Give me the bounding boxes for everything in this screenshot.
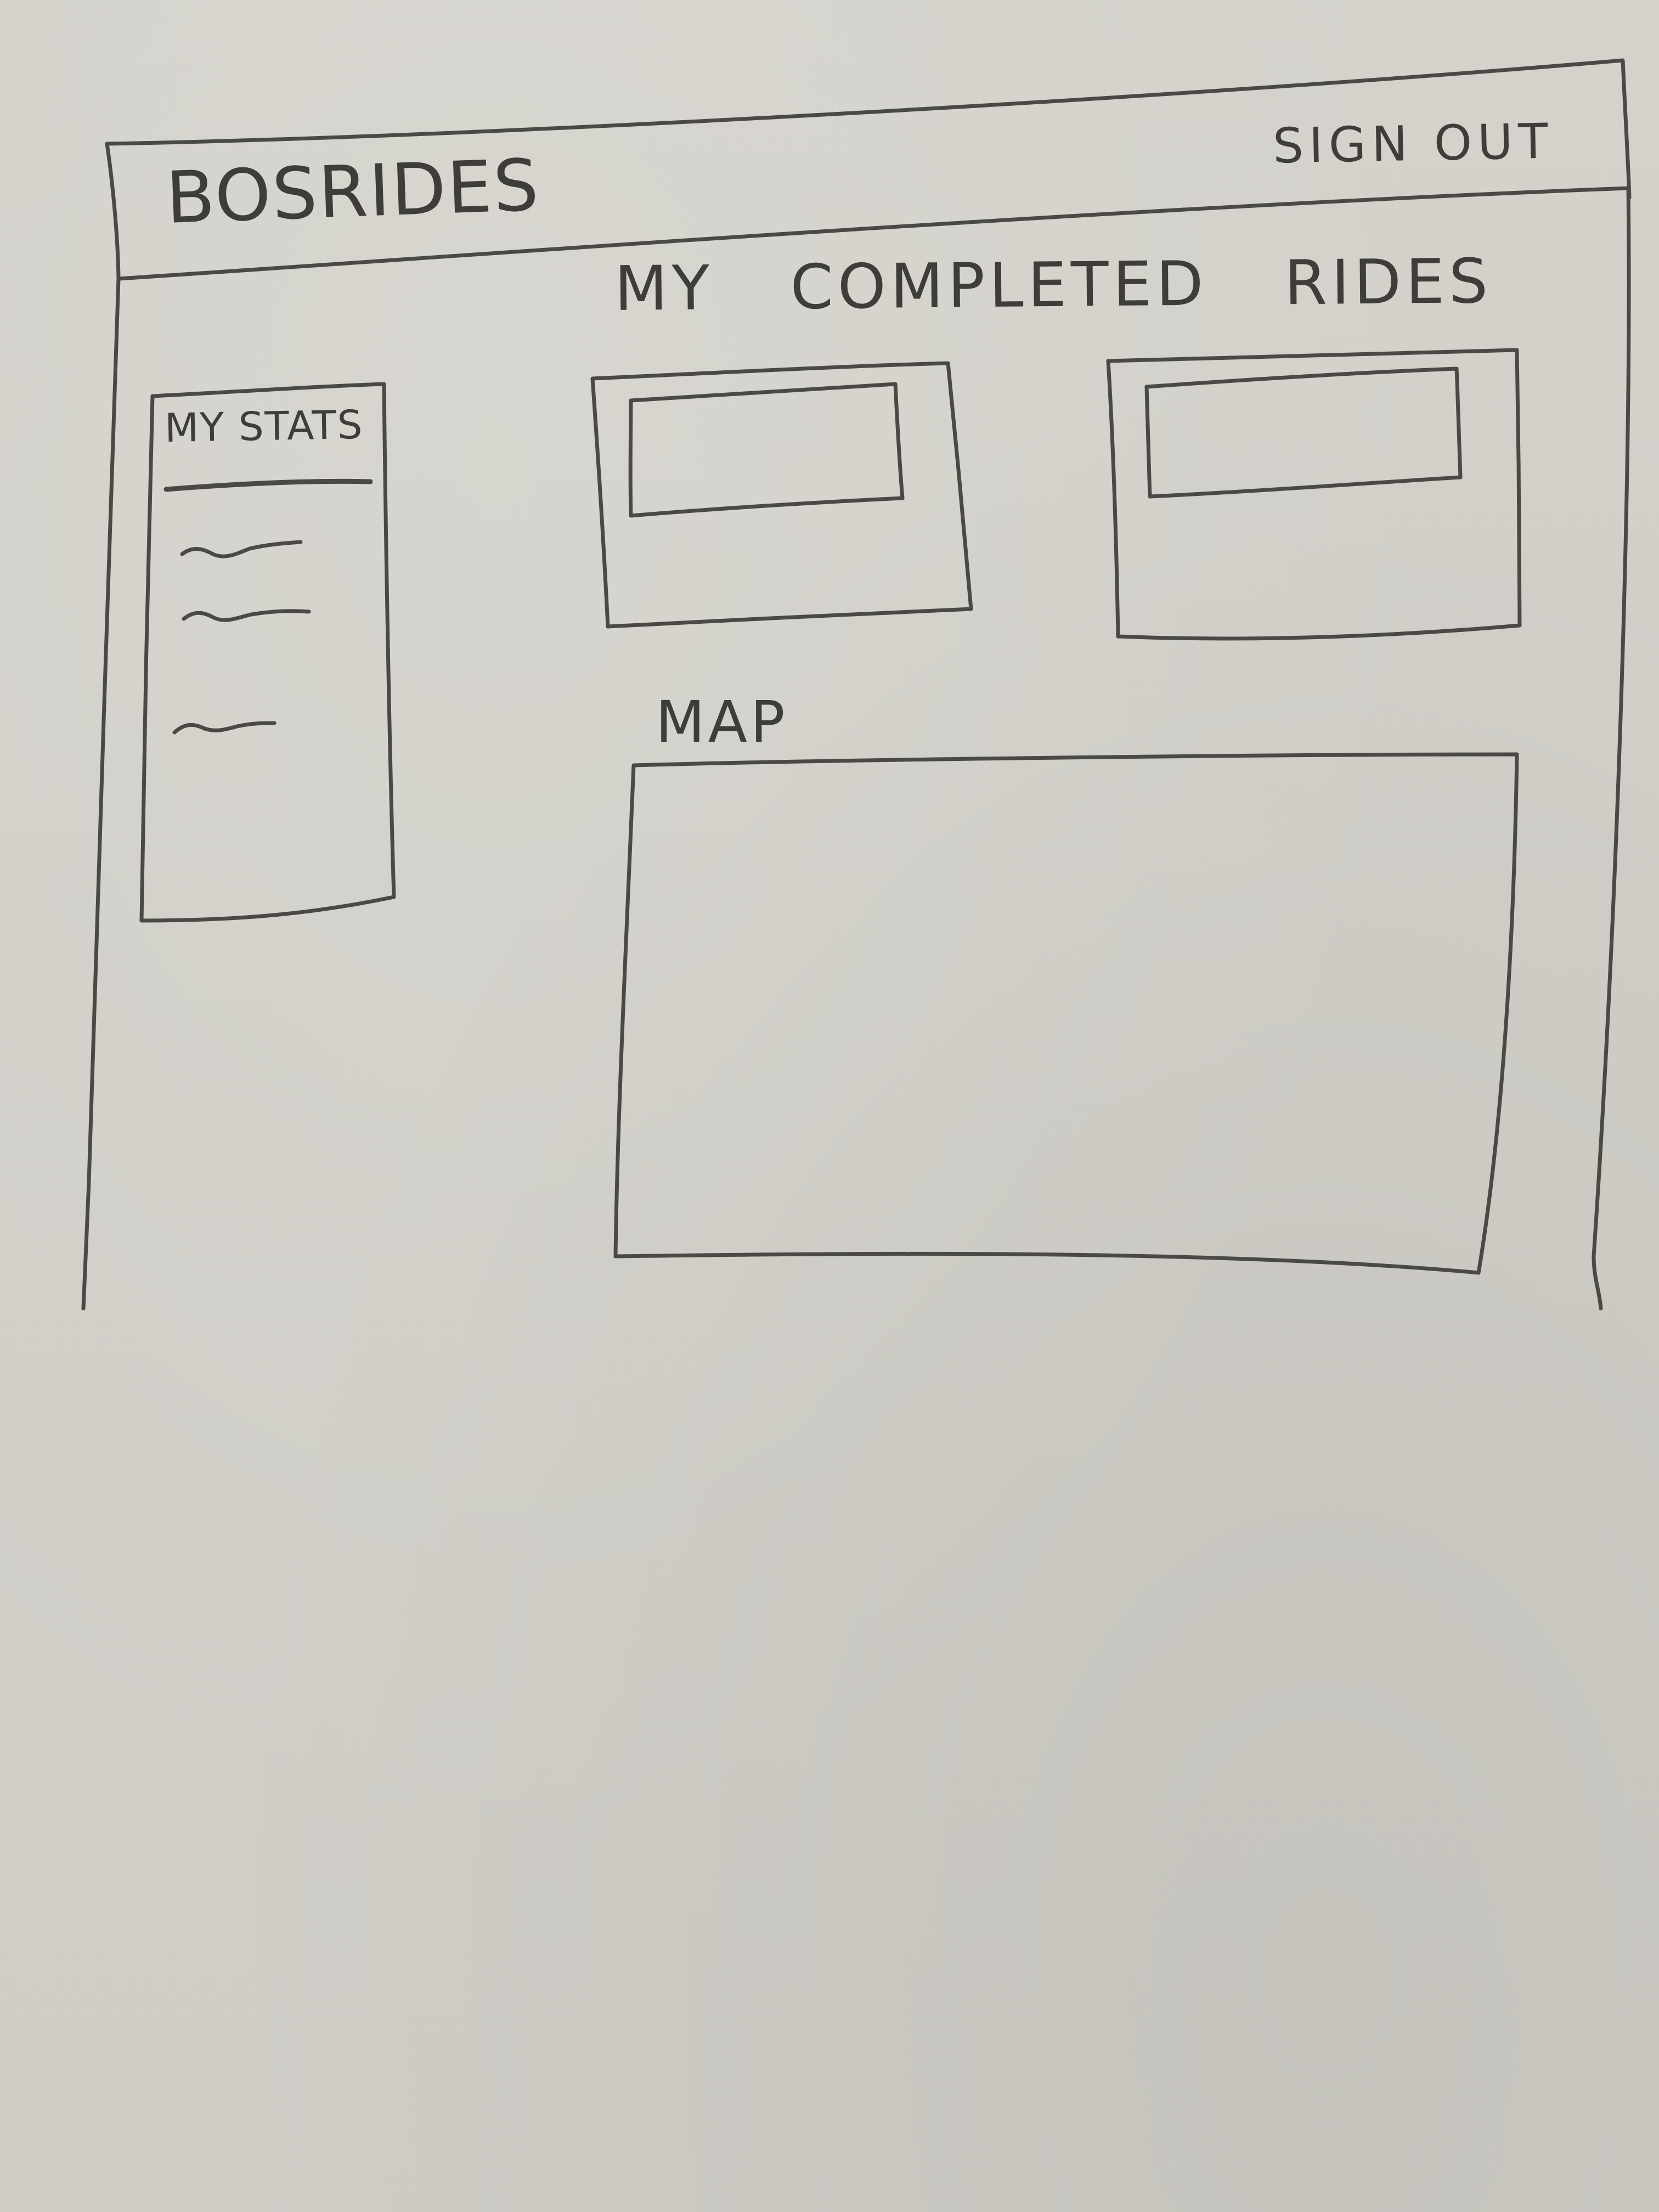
stats-panel [142,384,394,921]
map-title: MAP [656,689,788,755]
app-logo[interactable]: BOSRIDES [165,143,541,240]
sign-out-button[interactable]: SIGN OUT [1272,113,1554,174]
ride-card[interactable] [1108,350,1520,636]
ride-card[interactable] [592,363,971,627]
completed-rides-heading-word: COMPLETED [789,248,1209,324]
completed-rides-heading: MY COMPLETED RIDES [614,246,1492,325]
completed-rides-heading-word: RIDES [1284,246,1493,319]
completed-rides-heading-word: MY [614,252,714,325]
map-view[interactable] [616,754,1517,1273]
